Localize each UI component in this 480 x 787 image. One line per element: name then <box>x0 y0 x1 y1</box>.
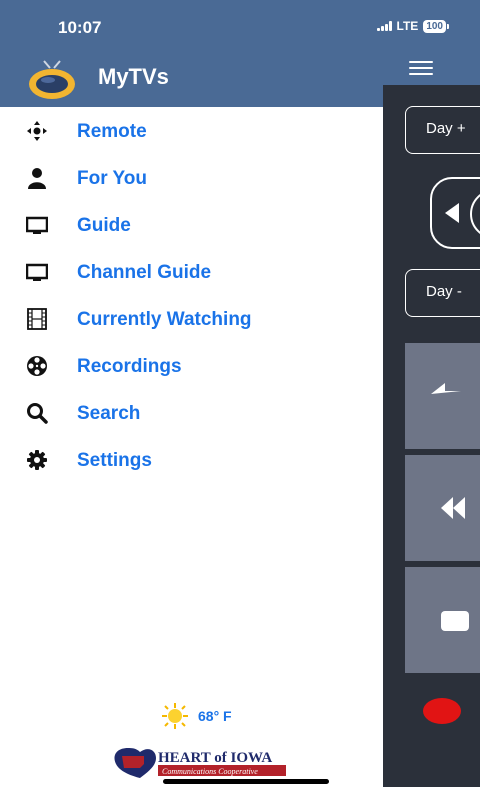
signal-icon <box>376 21 392 31</box>
dpad-control[interactable] <box>430 177 480 249</box>
left-arrow-icon <box>445 203 459 223</box>
tv-icon <box>26 263 48 281</box>
app-title: MyTVs <box>98 64 169 89</box>
tv-icon <box>26 216 48 234</box>
menu-label-recordings: Recordings <box>77 356 182 377</box>
menu-label-for-you: For You <box>77 168 148 189</box>
weather-widget: 68° F <box>160 703 232 729</box>
back-arrow-icon <box>431 383 461 394</box>
film-strip-icon <box>27 308 47 330</box>
status-time: 10:07 <box>58 18 102 37</box>
dpad-icon <box>27 121 47 141</box>
status-indicators: LTE 100 <box>376 19 449 33</box>
partner-name: HEART of IOWA <box>158 750 272 766</box>
magnifier-icon <box>27 403 48 424</box>
person-icon <box>28 168 46 189</box>
menu-item-remote[interactable]: Remote <box>0 110 383 150</box>
home-indicator[interactable] <box>163 779 329 784</box>
weather-temperature: 68° F <box>198 708 232 724</box>
back-button[interactable] <box>405 343 480 449</box>
rewind-button[interactable] <box>405 455 480 561</box>
menu-item-search[interactable]: Search <box>0 392 383 432</box>
menu-label-settings: Settings <box>77 450 152 471</box>
menu-label-channel-guide: Channel Guide <box>77 262 212 283</box>
remote-panel: Day + Day - <box>383 85 480 787</box>
sun-icon <box>162 703 188 729</box>
gear-icon <box>27 450 47 470</box>
menu-item-recordings[interactable]: Recordings <box>0 345 383 385</box>
day-plus-button[interactable]: Day + <box>405 106 480 154</box>
dpad-center-ring <box>470 189 480 239</box>
day-minus-button[interactable]: Day - <box>405 269 480 317</box>
stop-button[interactable] <box>405 567 480 673</box>
menu-item-for-you[interactable]: For You <box>0 157 383 197</box>
menu-item-guide[interactable]: Guide <box>0 204 383 244</box>
network-type: LTE <box>396 19 419 33</box>
battery-icon: 100 <box>423 19 449 33</box>
hamburger-menu-icon[interactable] <box>409 61 433 75</box>
menu-label-search: Search <box>77 403 141 424</box>
partner-tagline: Communications Cooperative <box>162 767 258 776</box>
menu-label-remote: Remote <box>77 121 147 142</box>
menu-label-currently-watching: Currently Watching <box>77 309 252 330</box>
stop-icon <box>441 611 469 631</box>
menu-item-channel-guide[interactable]: Channel Guide <box>0 251 383 291</box>
mytvs-logo-icon <box>29 60 75 99</box>
rewind-icon <box>441 497 465 519</box>
menu-label-guide: Guide <box>77 215 131 236</box>
heart-of-iowa-logo: HEART of IOWA Communications Cooperative <box>114 748 286 778</box>
menu-item-currently-watching[interactable]: Currently Watching <box>0 298 383 338</box>
film-reel-icon <box>27 356 47 376</box>
record-button[interactable] <box>423 698 461 724</box>
menu-item-settings[interactable]: Settings <box>0 439 383 479</box>
